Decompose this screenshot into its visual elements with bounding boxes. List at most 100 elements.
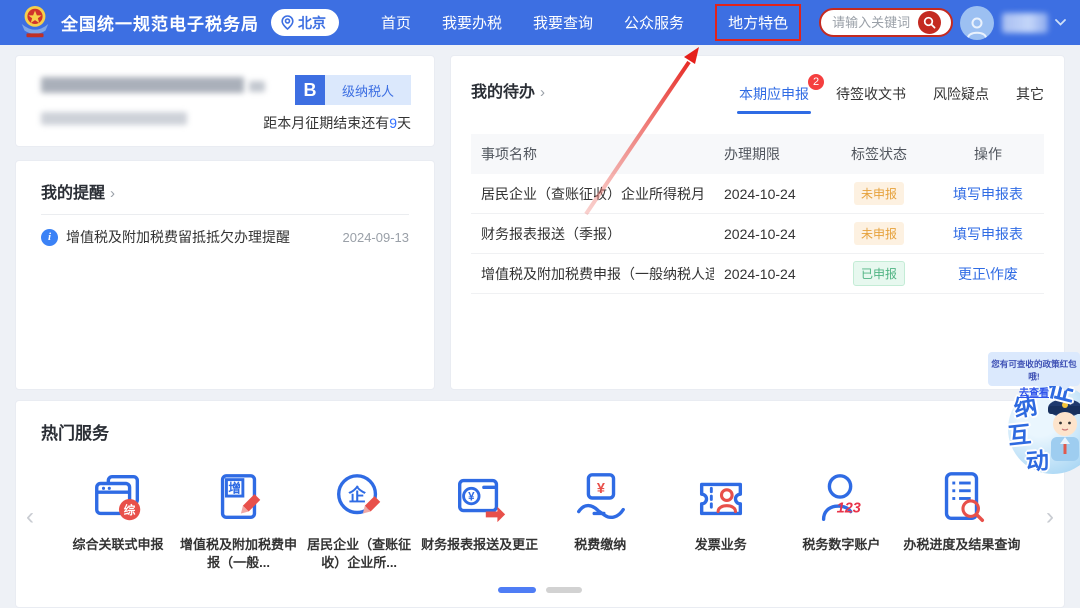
credit-grade-label: 级纳税人: [325, 75, 411, 105]
document-pencil-icon: 增: [210, 469, 268, 527]
service-digital-account[interactable]: 123 税务数字账户: [781, 469, 901, 572]
reminders-card: 我的提醒 › i 增值税及附加税费留抵抵欠办理提醒 2024-09-13: [15, 160, 435, 390]
search-box: [819, 8, 953, 37]
table-row: 增值税及附加税费申报（一般纳税人适... 2024-10-24 已申报 更正\作…: [471, 254, 1044, 294]
todo-table-body: 居民企业（查账征收）企业所得税月（... 2024-10-24 未申报 填写申报…: [471, 174, 1044, 294]
todo-card: 我的待办› 本期应申报 2 待签收文书 风险疑点 其它 事项名称 办理期限 标签…: [450, 55, 1065, 390]
carousel-next-button[interactable]: ›: [1046, 503, 1054, 531]
correct-void-link[interactable]: 更正\作废: [932, 264, 1044, 284]
table-row: 财务报表报送（季报） 2024-10-24 未申报 填写申报表: [471, 214, 1044, 254]
chevron-right-icon: ›: [110, 185, 115, 202]
company-name-redacted: [41, 77, 244, 93]
tooltip-view-link[interactable]: 去查看: [1019, 388, 1049, 399]
svg-text:增: 增: [228, 481, 241, 496]
user-avatar[interactable]: [960, 6, 994, 40]
location-selector[interactable]: 北京: [271, 9, 339, 36]
table-row: 居民企业（查账征收）企业所得税月（... 2024-10-24 未申报 填写申报…: [471, 174, 1044, 214]
service-label: 税费缴纳: [574, 536, 626, 554]
reminder-item[interactable]: i 增值税及附加税费留抵抵欠办理提醒 2024-09-13: [41, 227, 409, 247]
item-deadline: 2024-10-24: [714, 266, 826, 282]
reminders-title: 我的提醒: [41, 185, 105, 202]
item-name: 财务报表报送（季报）: [471, 224, 714, 244]
status-badge: 未申报: [854, 182, 904, 205]
service-progress-query[interactable]: 办税进度及结果查询: [902, 469, 1022, 572]
main-nav: 首页 我要办税 我要查询 公众服务 地方特色: [381, 4, 809, 41]
tooltip-text: 您有可查收的政策红包哦!: [990, 358, 1077, 383]
service-label: 财务报表报送及更正: [421, 536, 538, 554]
search-input[interactable]: [832, 15, 918, 30]
service-tax-payment[interactable]: ¥ 税费缴纳: [540, 469, 660, 572]
nav-home[interactable]: 首页: [381, 12, 411, 33]
site-title: 全国统一规范电子税务局: [61, 10, 259, 35]
item-status: 已申报: [826, 261, 932, 286]
person-icon: [964, 14, 990, 40]
search-button[interactable]: [918, 11, 941, 34]
app-root: 全国统一规范电子税务局 北京 首页 我要办税 我要查询 公众服务 地方特色: [0, 0, 1080, 608]
service-comprehensive-filing[interactable]: 综 综合关联式申报: [58, 469, 178, 572]
location-pin-icon: [281, 15, 294, 30]
item-name: 居民企业（查账征收）企业所得税月（...: [471, 184, 714, 204]
enterprise-circle-pencil-icon: 企: [330, 469, 388, 527]
service-invoice[interactable]: 发票业务: [661, 469, 781, 572]
pagination-dot[interactable]: [546, 587, 582, 593]
fill-declaration-link[interactable]: 填写申报表: [932, 184, 1044, 204]
svg-text:综: 综: [124, 503, 136, 517]
countdown-days: 9: [389, 115, 397, 131]
report-arrow-icon: ¥: [451, 469, 509, 527]
chevron-down-icon[interactable]: [1055, 19, 1066, 26]
countdown-prefix: 距本月征期结束还有: [263, 115, 389, 131]
tax-bureau-logo-icon: [18, 5, 52, 41]
svg-text:企: 企: [347, 485, 366, 505]
todo-table-header: 事项名称 办理期限 标签状态 操作: [471, 134, 1044, 174]
todo-title: 我的待办: [471, 84, 535, 101]
top-header: 全国统一规范电子税务局 北京 首页 我要办税 我要查询 公众服务 地方特色: [0, 0, 1080, 45]
username-redacted[interactable]: [1002, 13, 1048, 33]
tab-label: 本期应申报: [739, 86, 809, 102]
tab-count-badge: 2: [808, 74, 824, 90]
status-badge: 未申报: [854, 222, 904, 245]
service-label: 居民企业（查账征收）企业所...: [300, 536, 418, 572]
carousel-pagination: [493, 587, 587, 593]
reminder-text: 增值税及附加税费留抵抵欠办理提醒: [66, 227, 343, 247]
credit-grade: B: [295, 75, 325, 105]
item-deadline: 2024-10-24: [714, 226, 826, 242]
widget-char: 动: [1025, 449, 1050, 474]
tab-documents-to-sign[interactable]: 待签收文书: [836, 84, 906, 114]
pagination-dot-active[interactable]: [498, 587, 536, 593]
widget-char: 互: [1007, 423, 1032, 448]
carousel-prev-button[interactable]: ‹: [26, 503, 34, 531]
policy-red-packet-tooltip: 您有可查收的政策红包哦! 去查看: [988, 352, 1080, 386]
hot-services-card: 热门服务 ‹ › 综 综合关联式申报 增: [15, 400, 1065, 608]
nav-public-service[interactable]: 公众服务: [624, 12, 684, 33]
company-name-redacted-tail: [249, 81, 265, 92]
todo-header-link[interactable]: 我的待办›: [471, 78, 545, 102]
todo-tabs: 本期应申报 2 待签收文书 风险疑点 其它: [712, 84, 1044, 114]
item-deadline: 2024-10-24: [714, 186, 826, 202]
search-icon: [923, 16, 936, 29]
nav-local-features[interactable]: 地方特色: [715, 4, 801, 41]
divider: [41, 214, 409, 215]
item-name: 增值税及附加税费申报（一般纳税人适...: [471, 264, 714, 284]
tab-others[interactable]: 其它: [1016, 84, 1044, 114]
nav-query[interactable]: 我要查询: [533, 12, 593, 33]
col-item-name: 事项名称: [471, 144, 714, 164]
service-vat-declaration[interactable]: 增 增值税及附加税费申报（一般...: [179, 469, 299, 572]
item-status: 未申报: [826, 222, 932, 245]
fill-declaration-link[interactable]: 填写申报表: [932, 224, 1044, 244]
service-label: 综合关联式申报: [72, 536, 163, 554]
service-label: 税务数字账户: [802, 536, 880, 554]
service-label: 办税进度及结果查询: [903, 536, 1020, 554]
service-resident-enterprise-tax[interactable]: 企 居民企业（查账征收）企业所...: [299, 469, 419, 572]
col-action: 操作: [932, 144, 1044, 164]
col-status: 标签状态: [826, 144, 932, 164]
service-financial-report[interactable]: ¥ 财务报表报送及更正: [420, 469, 540, 572]
tab-risk-points[interactable]: 风险疑点: [933, 84, 989, 114]
countdown-suffix: 天: [397, 115, 411, 131]
nav-handle-tax[interactable]: 我要办税: [442, 12, 502, 33]
reminders-header-link[interactable]: 我的提醒 ›: [41, 179, 115, 203]
info-icon: i: [41, 229, 58, 246]
svg-text:¥: ¥: [597, 481, 605, 497]
document-magnifier-icon: [933, 469, 991, 527]
services-row: 综 综合关联式申报 增 增值税及附加税费申报（一般... 企: [58, 469, 1022, 572]
tab-current-filing[interactable]: 本期应申报 2: [739, 84, 809, 114]
